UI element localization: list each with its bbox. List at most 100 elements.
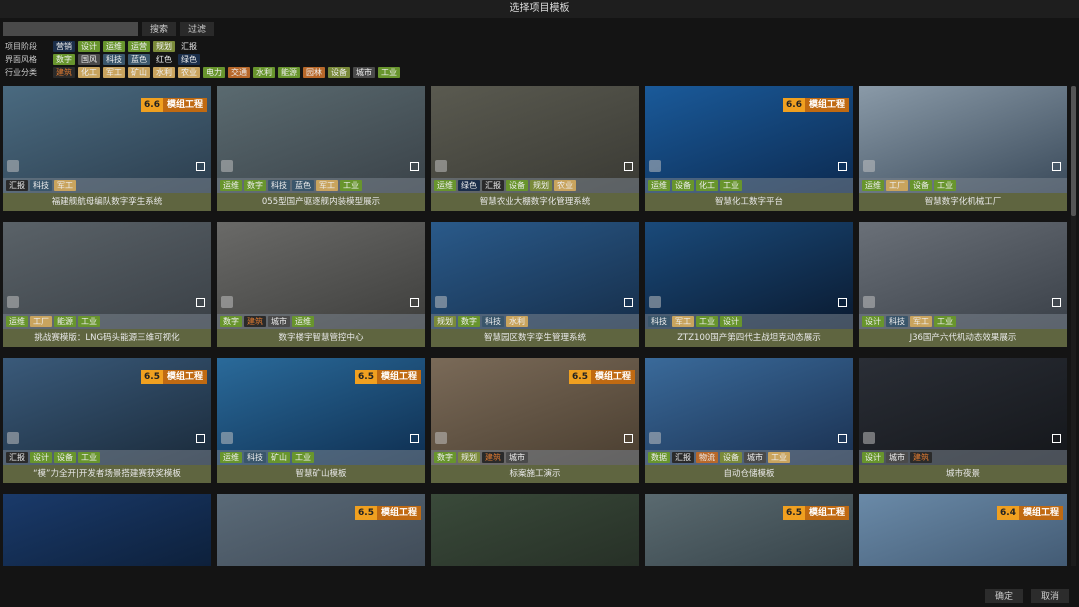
card-index-icon: [863, 432, 875, 444]
filter-tag[interactable]: 红色: [153, 54, 175, 65]
card-tag: 数字: [458, 316, 480, 327]
search-button[interactable]: 搜索: [142, 22, 177, 36]
template-card[interactable]: [431, 494, 639, 566]
template-card[interactable]: 设计 科技 军工 工业 J36国产六代机动态效果展示: [859, 222, 1067, 347]
fullscreen-icon[interactable]: [838, 162, 847, 171]
fullscreen-icon[interactable]: [1052, 162, 1061, 171]
template-thumbnail: [217, 86, 425, 193]
filter-tag[interactable]: 水利: [253, 67, 275, 78]
filter-tag[interactable]: 园林: [303, 67, 325, 78]
filter-tag[interactable]: 绿色: [178, 54, 200, 65]
fullscreen-icon[interactable]: [196, 162, 205, 171]
card-tags: 科技 军工 工业 设计: [645, 314, 853, 329]
card-tag: 建筑: [482, 452, 504, 463]
template-card[interactable]: 6.6 模组工程 汇报 科技 军工 福建舰航母编队数字孪生系统: [3, 86, 211, 211]
template-card[interactable]: 6.5 模组工程 汇报 设计 设备 工业 “模”力全开|开发者场景搭建赛获奖模板: [3, 358, 211, 483]
card-tag: 化工: [696, 180, 718, 191]
card-tag: 规划: [434, 316, 456, 327]
scrollbar[interactable]: [1071, 86, 1076, 566]
card-tag: 数据: [648, 452, 670, 463]
template-card[interactable]: 数字 建筑 城市 运维 数字楼宇智慧管控中心: [217, 222, 425, 347]
filter-tag[interactable]: 蓝色: [128, 54, 150, 65]
scrollbar-thumb[interactable]: [1071, 86, 1076, 216]
fullscreen-icon[interactable]: [1052, 434, 1061, 443]
filter-tag[interactable]: 城市: [353, 67, 375, 78]
filter-tag[interactable]: 运维: [103, 41, 125, 52]
template-card[interactable]: 6.5 模组工程 数字 规划 建筑 城市 标案施工演示: [431, 358, 639, 483]
template-card[interactable]: 运维 工厂 设备 工业 智慧数字化机械工厂: [859, 86, 1067, 211]
filter-tag[interactable]: 设计: [78, 41, 100, 52]
badge-version: 6.5: [783, 506, 805, 520]
template-card[interactable]: 运维 绿色 汇报 设备 规划 农业 智慧农业大棚数字化管理系统: [431, 86, 639, 211]
card-tag: 设计: [30, 452, 52, 463]
fullscreen-icon[interactable]: [196, 434, 205, 443]
card-tag: 水利: [506, 316, 528, 327]
card-tag: 科技: [886, 316, 908, 327]
card-tag: 物流: [696, 452, 718, 463]
template-card[interactable]: 6.5 模组工程: [217, 494, 425, 566]
version-badge: 6.5 模组工程: [355, 370, 421, 384]
filter-tag[interactable]: 化工: [78, 67, 100, 78]
card-tag: 工业: [340, 180, 362, 191]
fullscreen-icon[interactable]: [624, 298, 633, 307]
cancel-button[interactable]: 取消: [1030, 589, 1069, 603]
card-tag: 运维: [648, 180, 670, 191]
card-tag: 工业: [696, 316, 718, 327]
fullscreen-icon[interactable]: [410, 434, 419, 443]
fullscreen-icon[interactable]: [410, 162, 419, 171]
filter-tag[interactable]: 能源: [278, 67, 300, 78]
filter-tag[interactable]: 科技: [103, 54, 125, 65]
template-card[interactable]: [3, 494, 211, 566]
template-card[interactable]: 6.5 模组工程: [645, 494, 853, 566]
template-card[interactable]: 6.5 模组工程 运维 科技 矿山 工业 智慧矿山模板: [217, 358, 425, 483]
template-card[interactable]: 设计 城市 建筑 城市夜景: [859, 358, 1067, 483]
template-card[interactable]: 规划 数字 科技 水利 智慧园区数字孪生管理系统: [431, 222, 639, 347]
filter-tag[interactable]: 汇报: [178, 41, 200, 52]
fullscreen-icon[interactable]: [410, 298, 419, 307]
fullscreen-icon[interactable]: [838, 434, 847, 443]
card-index-icon: [7, 432, 19, 444]
confirm-button[interactable]: 确定: [984, 589, 1023, 603]
filter-tag[interactable]: 营销: [53, 41, 75, 52]
filter-button[interactable]: 过滤: [180, 22, 215, 36]
template-card[interactable]: 科技 军工 工业 设计 ZTZ100国产第四代主战坦克动态展示: [645, 222, 853, 347]
filter-tag[interactable]: 规划: [153, 41, 175, 52]
filter-tag[interactable]: 工业: [378, 67, 400, 78]
card-tag: 科技: [30, 180, 52, 191]
fullscreen-icon[interactable]: [196, 298, 205, 307]
filter-tag[interactable]: 矿山: [128, 67, 150, 78]
card-tag: 工业: [78, 316, 100, 327]
fullscreen-icon[interactable]: [624, 162, 633, 171]
filter-tag[interactable]: 水利: [153, 67, 175, 78]
template-card[interactable]: 运维 数字 科技 蓝色 军工 工业 055型国产驱逐舰内装模型展示: [217, 86, 425, 211]
template-card[interactable]: 数据 汇报 物流 设备 城市 工业 自动仓储模板: [645, 358, 853, 483]
filter-tag[interactable]: 交通: [228, 67, 250, 78]
filter-tag[interactable]: 建筑: [53, 67, 75, 78]
card-title: 城市夜景: [859, 465, 1067, 483]
card-index-icon: [435, 296, 447, 308]
filter-tag[interactable]: 国风: [78, 54, 100, 65]
fullscreen-icon[interactable]: [1052, 298, 1061, 307]
filter-tag[interactable]: 军工: [103, 67, 125, 78]
filter-tag[interactable]: 设备: [328, 67, 350, 78]
card-title: 福建舰航母编队数字孪生系统: [3, 193, 211, 211]
filter-tag[interactable]: 电力: [203, 67, 225, 78]
fullscreen-icon[interactable]: [624, 434, 633, 443]
template-card[interactable]: 6.6 模组工程 运维 设备 化工 工业 智慧化工数字平台: [645, 86, 853, 211]
fullscreen-icon[interactable]: [838, 298, 847, 307]
filter-tag[interactable]: 运营: [128, 41, 150, 52]
template-card[interactable]: 6.4 模组工程: [859, 494, 1067, 566]
filter-tag[interactable]: 数字: [53, 54, 75, 65]
card-tag: 规划: [530, 180, 552, 191]
card-tag: 工业: [934, 316, 956, 327]
filter-tag[interactable]: 农业: [178, 67, 200, 78]
template-card[interactable]: 运维 工厂 能源 工业 挑战赛模版：LNG码头能源三维可视化: [3, 222, 211, 347]
badge-label: 模组工程: [376, 506, 421, 520]
card-tags: 数字 建筑 城市 运维: [217, 314, 425, 329]
card-title: 挑战赛模版：LNG码头能源三维可视化: [3, 329, 211, 347]
card-tag: 军工: [672, 316, 694, 327]
card-index-icon: [649, 160, 661, 172]
version-badge: 6.6 模组工程: [783, 98, 849, 112]
search-input[interactable]: [3, 22, 138, 36]
card-tags: 数字 规划 建筑 城市: [431, 450, 639, 465]
